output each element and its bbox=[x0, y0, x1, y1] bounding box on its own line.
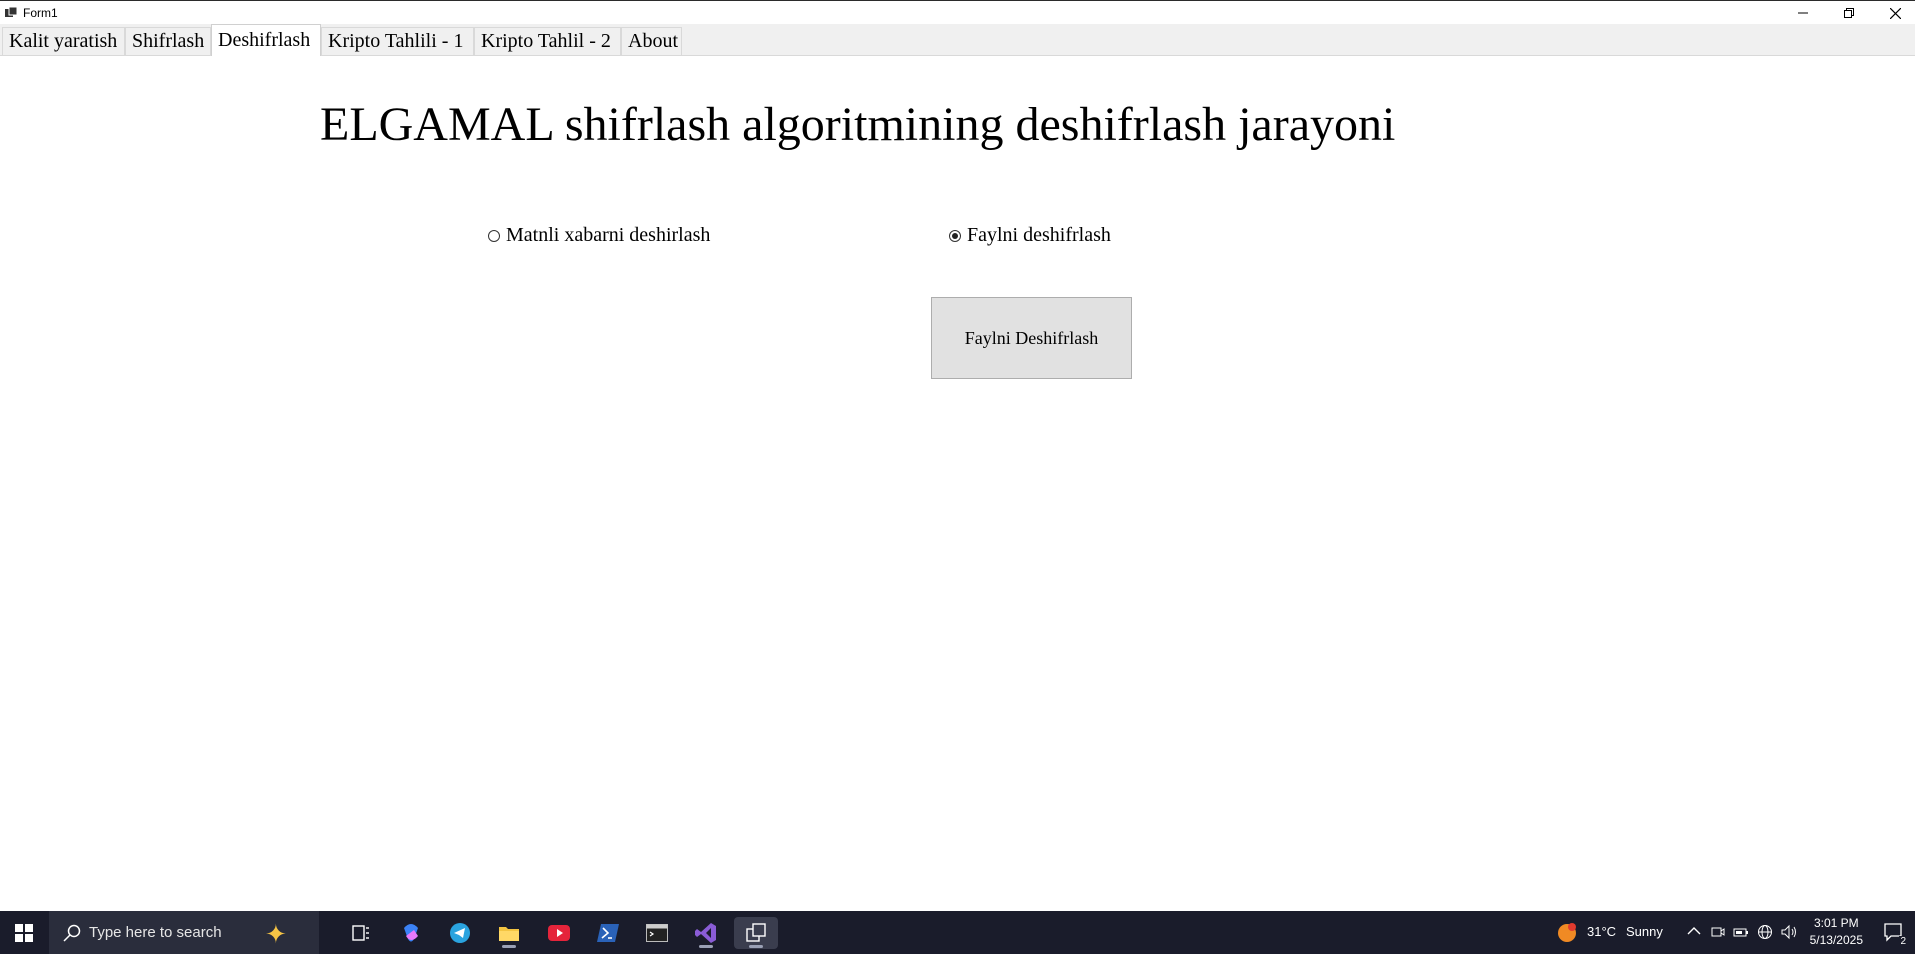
battery-icon[interactable] bbox=[1733, 925, 1749, 939]
close-icon bbox=[1889, 7, 1901, 19]
notification-count: 2 bbox=[1899, 936, 1907, 947]
page-title: ELGAMAL shifrlash algoritmining deshifrl… bbox=[320, 98, 1396, 151]
search-placeholder: Type here to search bbox=[89, 924, 222, 941]
minimize-button[interactable] bbox=[1780, 1, 1826, 25]
active-app-indicator bbox=[502, 945, 516, 948]
radio-text-decrypt[interactable]: Matnli xabarni deshirlash bbox=[488, 224, 710, 247]
powershell-icon[interactable] bbox=[592, 917, 624, 949]
tab-kalit-yaratish[interactable]: Kalit yaratish bbox=[2, 27, 125, 55]
chevron-up-icon[interactable] bbox=[1687, 926, 1701, 936]
copilot-icon[interactable] bbox=[395, 917, 427, 949]
tab-kripto-tahlil-2[interactable]: Kripto Tahlil - 2 bbox=[474, 27, 621, 55]
radio-file-decrypt[interactable]: Faylni deshifrlash bbox=[949, 224, 1111, 247]
clock[interactable]: 3:01 PM 5/13/2025 bbox=[1810, 915, 1863, 949]
restore-icon bbox=[1844, 8, 1854, 18]
active-app-indicator bbox=[749, 945, 763, 948]
weather-temp[interactable]: 31°C bbox=[1587, 924, 1616, 939]
start-button[interactable] bbox=[0, 911, 48, 954]
taskbar-search[interactable]: Type here to search ✦ bbox=[49, 911, 319, 954]
window-title: Form1 bbox=[23, 6, 58, 20]
task-view-icon[interactable] bbox=[345, 917, 377, 949]
volume-icon[interactable] bbox=[1781, 924, 1799, 940]
clock-time: 3:01 PM bbox=[1813, 916, 1859, 930]
tab-about[interactable]: About bbox=[621, 27, 682, 55]
form1-app-icon[interactable] bbox=[734, 917, 778, 949]
radio-file-decrypt-label: Faylni deshifrlash bbox=[967, 224, 1111, 246]
minimize-icon bbox=[1798, 12, 1808, 14]
close-button[interactable] bbox=[1872, 1, 1915, 25]
file-explorer-icon[interactable] bbox=[493, 917, 525, 949]
network-globe-icon[interactable] bbox=[1757, 924, 1773, 940]
telegram-icon[interactable] bbox=[444, 917, 476, 949]
title-bar: Form1 bbox=[0, 0, 1915, 24]
tab-strip: Kalit yaratish Shifrlash Deshifrlash Kri… bbox=[0, 24, 1915, 56]
restore-button[interactable] bbox=[1826, 1, 1872, 25]
tab-deshifrlash[interactable]: Deshifrlash bbox=[211, 24, 321, 56]
taskbar: Type here to search ✦ 31°C Sunny 3:01 PM… bbox=[0, 911, 1915, 954]
active-app-indicator bbox=[699, 945, 713, 948]
windows-logo-icon bbox=[15, 923, 33, 942]
visual-studio-icon[interactable] bbox=[690, 917, 722, 949]
weather-sun-icon[interactable] bbox=[1556, 922, 1578, 944]
search-icon bbox=[63, 924, 81, 942]
youtube-icon[interactable] bbox=[543, 917, 575, 949]
terminal-icon[interactable] bbox=[641, 917, 673, 949]
copilot-sparkle-icon[interactable]: ✦ bbox=[265, 919, 287, 950]
weather-condition[interactable]: Sunny bbox=[1626, 924, 1663, 939]
radio-unchecked-icon[interactable] bbox=[488, 229, 500, 242]
tab-shifrlash[interactable]: Shifrlash bbox=[125, 27, 211, 55]
radio-checked-icon[interactable] bbox=[949, 229, 961, 242]
notification-center[interactable]: 2 bbox=[1883, 922, 1907, 947]
meet-icon[interactable] bbox=[1711, 925, 1725, 939]
decrypt-file-button[interactable]: Faylni Deshifrlash bbox=[931, 297, 1132, 379]
app-icon bbox=[5, 7, 17, 17]
radio-text-decrypt-label: Matnli xabarni deshirlash bbox=[506, 224, 711, 246]
tab-kripto-tahlili-1[interactable]: Kripto Tahlili - 1 bbox=[321, 27, 474, 55]
clock-date: 5/13/2025 bbox=[1809, 933, 1863, 947]
